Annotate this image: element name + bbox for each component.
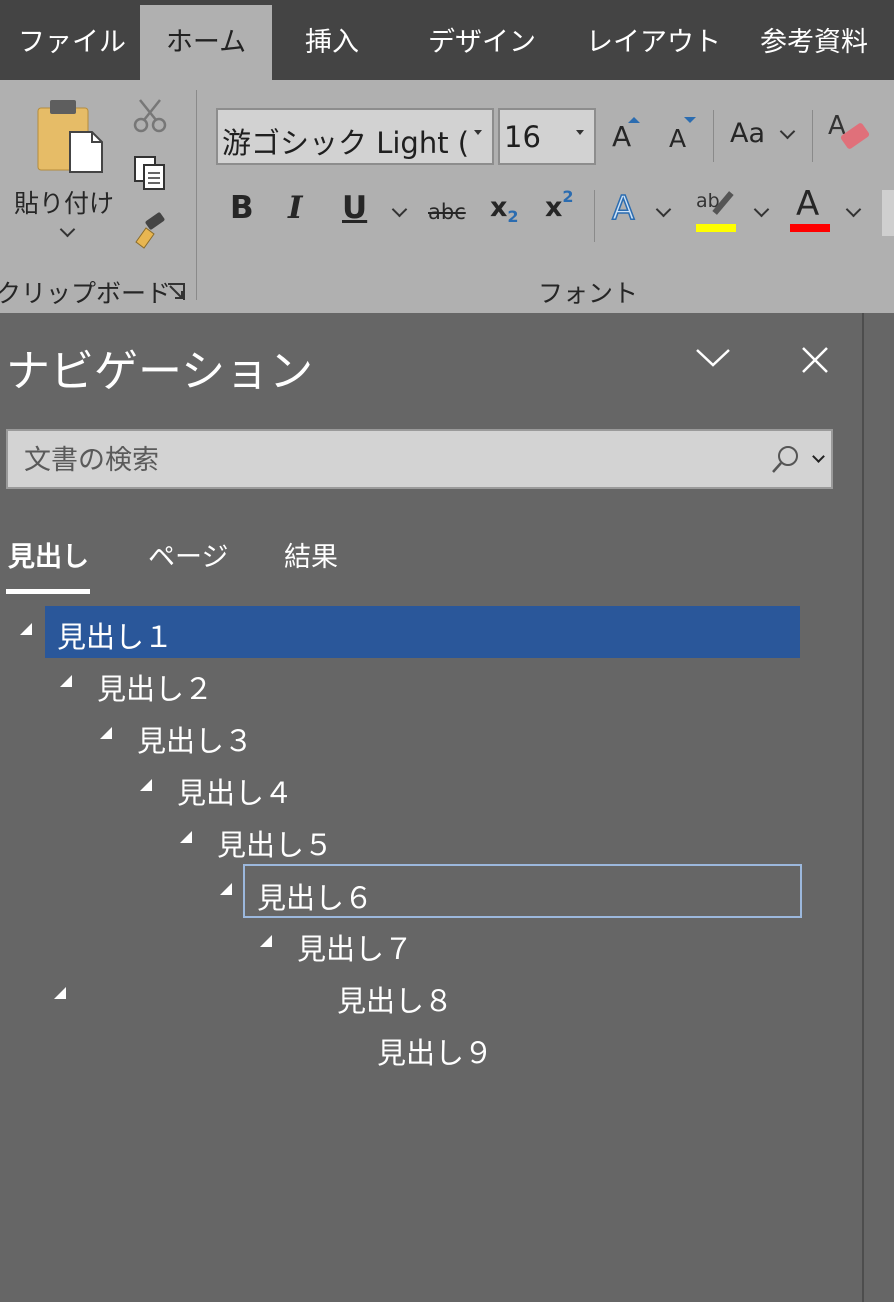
chevron-down-icon[interactable] [694, 343, 732, 371]
heading-label: 見出し７ [297, 932, 414, 966]
collapse-triangle-icon[interactable] [140, 779, 152, 791]
heading-label: 見出し３ [137, 724, 254, 758]
font-name-dropdown-icon [474, 130, 482, 135]
cut-icon[interactable] [132, 98, 168, 134]
subscript-digit: 2 [507, 207, 519, 226]
font-name-combo[interactable]: 游ゴシック Light (見 [216, 108, 494, 165]
strikethrough-button[interactable]: abc [428, 200, 466, 224]
separator [812, 110, 813, 162]
superscript-digit: 2 [562, 187, 574, 206]
heading-label: 見出し２ [97, 672, 214, 706]
tab-home[interactable]: ホーム [140, 5, 272, 80]
collapse-triangle-icon[interactable] [20, 623, 32, 635]
change-case-dropdown-icon [779, 123, 796, 140]
underline-button[interactable]: U [342, 190, 367, 226]
heading-label: 見出し８ [337, 984, 454, 1018]
heading-label: 見出し６ [257, 881, 374, 915]
font-color-bar [790, 224, 830, 232]
text-effects-dropdown-icon [655, 201, 672, 218]
collapse-triangle-icon[interactable] [100, 727, 112, 739]
underline-dropdown-icon [391, 201, 408, 218]
navigation-pane: ナビゲーション 見出し ページ 結果 見出し１ 見出し２ [0, 313, 862, 1302]
highlight-dropdown-icon [753, 201, 770, 218]
highlighter-pen-icon [712, 191, 734, 215]
heading-item-3[interactable]: 見出し３ [125, 710, 800, 762]
font-size-combo[interactable]: 16 [498, 108, 596, 165]
highlight-color-bar [696, 224, 736, 232]
heading-item-8[interactable]: 見出し８ [325, 970, 800, 1022]
ribbon: 貼り付け クリップボード 游ゴシック Light (見 [0, 80, 894, 313]
separator [713, 110, 714, 162]
tab-results[interactable]: 結果 [284, 535, 338, 574]
grow-font-button[interactable]: A [612, 120, 631, 153]
search-options-dropdown-icon[interactable] [812, 450, 825, 463]
italic-button[interactable]: I [288, 190, 303, 226]
dialog-launcher-icon[interactable] [166, 282, 188, 304]
separator [594, 190, 595, 242]
copy-icon[interactable] [132, 154, 168, 192]
search-icon[interactable] [770, 443, 802, 475]
collapse-triangle-icon[interactable] [180, 831, 192, 843]
format-painter-icon[interactable] [132, 212, 168, 250]
font-color-button[interactable]: A [790, 184, 832, 234]
close-icon[interactable] [800, 345, 830, 375]
font-size-value: 16 [504, 120, 541, 154]
highlight-button[interactable]: ab [696, 188, 738, 234]
change-case-button[interactable]: Aa [730, 118, 765, 149]
group-separator [196, 90, 197, 300]
font-group-label: フォント [538, 279, 639, 308]
more-button-partial[interactable] [882, 190, 894, 236]
font-color-dropdown-icon [845, 201, 862, 218]
shrink-font-button[interactable]: A [669, 124, 686, 153]
tab-file[interactable]: ファイル [18, 0, 126, 80]
collapse-triangle-icon[interactable] [60, 675, 72, 687]
tab-design[interactable]: デザイン [428, 0, 536, 80]
document-area-edge [862, 313, 894, 1302]
heading-label: 見出し５ [217, 828, 334, 862]
collapse-triangle-icon[interactable] [260, 935, 272, 947]
tab-layout[interactable]: レイアウト [586, 0, 721, 80]
heading-label: 見出し９ [377, 1036, 494, 1070]
tab-references[interactable]: 参考資料 [760, 0, 868, 80]
superscript-button[interactable]: x2 [545, 187, 574, 223]
ribbon-tab-bar: ファイル ホーム 挿入 デザイン レイアウト 参考資料 [0, 0, 894, 80]
tab-insert[interactable]: 挿入 [305, 0, 359, 80]
text-effects-button[interactable]: A [611, 187, 635, 228]
font-name-value: 游ゴシック Light (見 [222, 126, 468, 160]
heading-label: 見出し１ [57, 620, 174, 654]
search-input[interactable] [22, 441, 746, 479]
heading-item-9[interactable]: 見出し９ [365, 1022, 800, 1074]
font-size-dropdown-icon [576, 130, 584, 135]
heading-item-2[interactable]: 見出し２ [85, 658, 800, 710]
heading-item-5[interactable]: 見出し５ [205, 814, 800, 866]
shrink-arrow-icon [684, 117, 696, 123]
clipboard-group-label: クリップボード [0, 279, 172, 308]
paste-button[interactable]: 貼り付け [10, 94, 120, 254]
document-search-box[interactable] [6, 429, 833, 489]
collapse-triangle-icon[interactable] [220, 883, 232, 895]
font-color-label: A [796, 184, 820, 224]
heading-item-7[interactable]: 見出し７ [285, 918, 800, 970]
subscript-base: x [490, 192, 508, 223]
collapse-triangle-icon[interactable] [54, 987, 66, 999]
paste-dropdown-icon [59, 221, 76, 238]
word-window: ファイル ホーム 挿入 デザイン レイアウト 参考資料 貼り付け クリップボード… [0, 0, 894, 1302]
active-tab-indicator [6, 589, 90, 594]
superscript-base: x [545, 192, 563, 223]
tab-pages[interactable]: ページ [148, 535, 228, 574]
clear-formatting-icon[interactable]: A [826, 108, 872, 158]
tab-headings[interactable]: 見出し [8, 535, 89, 574]
heading-label: 見出し４ [177, 776, 294, 810]
paste-icon [37, 100, 103, 173]
bold-button[interactable]: B [230, 190, 254, 226]
heading-item-1[interactable]: 見出し１ [45, 606, 800, 658]
heading-item-4[interactable]: 見出し４ [165, 762, 800, 814]
navigation-title: ナビゲーション [6, 346, 314, 397]
subscript-button[interactable]: x2 [490, 192, 519, 226]
paste-label: 貼り付け [14, 189, 115, 218]
heading-item-6[interactable]: 見出し６ [243, 864, 802, 918]
grow-arrow-icon [628, 117, 640, 123]
